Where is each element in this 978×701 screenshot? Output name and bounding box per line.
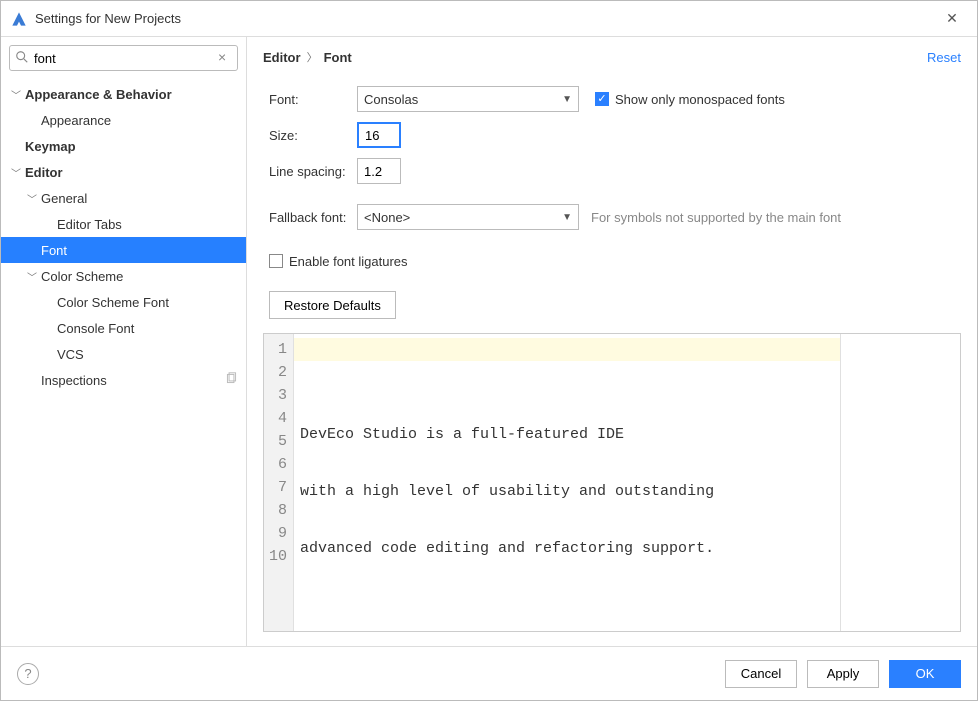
search-icon xyxy=(15,50,29,64)
fallback-label: Fallback font: xyxy=(269,210,357,225)
tree-label: Appearance xyxy=(41,113,111,128)
settings-tree: ﹀ Appearance & Behavior Appearance Keyma… xyxy=(1,79,246,646)
search-input[interactable] xyxy=(9,45,238,71)
font-combo-value: Consolas xyxy=(364,92,562,107)
checkbox-checked-icon: ✓ xyxy=(595,92,609,106)
tree-vcs[interactable]: VCS xyxy=(1,341,246,367)
crumb-root: Editor xyxy=(263,50,301,65)
preview-line: advanced code editing and refactoring su… xyxy=(300,537,834,560)
tree-general[interactable]: ﹀ General xyxy=(1,185,246,211)
dialog-body: × ﹀ Appearance & Behavior Appearance Key… xyxy=(1,37,977,646)
current-line-highlight xyxy=(294,338,840,361)
clear-search-icon[interactable]: × xyxy=(218,50,232,64)
tree-label: Keymap xyxy=(25,139,76,154)
help-button[interactable]: ? xyxy=(17,663,39,685)
tree-label: Color Scheme xyxy=(41,269,123,284)
fallback-combo[interactable]: <None> ▼ xyxy=(357,204,579,230)
ligatures-checkbox[interactable]: Enable font ligatures xyxy=(269,254,408,269)
window-title: Settings for New Projects xyxy=(35,11,937,26)
chevron-down-icon: ﹀ xyxy=(9,165,23,180)
mono-only-label: Show only monospaced fonts xyxy=(615,92,785,107)
apply-button[interactable]: Apply xyxy=(807,660,879,688)
tree-label: Console Font xyxy=(57,321,134,336)
chevron-down-icon: ﹀ xyxy=(25,191,39,206)
close-button[interactable]: ✕ xyxy=(937,10,967,27)
tree-color-scheme[interactable]: ﹀ Color Scheme xyxy=(1,263,246,289)
font-label: Font: xyxy=(269,92,357,107)
row-linespacing: Line spacing: xyxy=(269,153,961,189)
tree-label: Font xyxy=(41,243,67,258)
row-restore: Restore Defaults xyxy=(269,287,961,323)
linespacing-input[interactable] xyxy=(357,158,401,184)
reset-link[interactable]: Reset xyxy=(927,50,961,65)
ok-button[interactable]: OK xyxy=(889,660,961,688)
tree-label: General xyxy=(41,191,87,206)
tree-editor[interactable]: ﹀ Editor xyxy=(1,159,246,185)
settings-window: Settings for New Projects ✕ × ﹀ Appearan… xyxy=(0,0,978,701)
font-form: Font: Consolas ▼ ✓ Show only monospaced … xyxy=(263,81,961,323)
preview-gutter: 12345678910 xyxy=(264,334,294,631)
tree-label: Inspections xyxy=(41,373,107,388)
fallback-combo-value: <None> xyxy=(364,210,562,225)
cancel-button[interactable]: Cancel xyxy=(725,660,797,688)
linespacing-label: Line spacing: xyxy=(269,164,357,179)
tree-color-scheme-font[interactable]: Color Scheme Font xyxy=(1,289,246,315)
tree-keymap[interactable]: Keymap xyxy=(1,133,246,159)
preview-code[interactable]: DevEco Studio is a full-featured IDE wit… xyxy=(294,334,840,631)
tree-inspections[interactable]: Inspections xyxy=(1,367,246,393)
breadcrumb: Editor 〉 Font Reset xyxy=(263,49,961,65)
preview-line xyxy=(300,594,834,617)
content-panel: Editor 〉 Font Reset Font: Consolas ▼ ✓ S… xyxy=(247,37,977,646)
tree-appearance-behavior[interactable]: ﹀ Appearance & Behavior xyxy=(1,81,246,107)
dialog-footer: ? Cancel Apply OK xyxy=(1,646,977,700)
tree-font[interactable]: Font xyxy=(1,237,246,263)
tree-label: Editor xyxy=(25,165,63,180)
search-wrap: × xyxy=(1,37,246,79)
preview-right-margin xyxy=(840,334,960,631)
ligatures-label: Enable font ligatures xyxy=(289,254,408,269)
restore-defaults-button[interactable]: Restore Defaults xyxy=(269,291,396,319)
preview-line: DevEco Studio is a full-featured IDE xyxy=(300,423,834,446)
size-label: Size: xyxy=(269,128,357,143)
tree-label: Appearance & Behavior xyxy=(25,87,172,102)
tree-label: Editor Tabs xyxy=(57,217,122,232)
sidebar: × ﹀ Appearance & Behavior Appearance Key… xyxy=(1,37,247,646)
crumb-leaf: Font xyxy=(324,50,352,65)
titlebar: Settings for New Projects ✕ xyxy=(1,1,977,37)
mono-only-checkbox[interactable]: ✓ Show only monospaced fonts xyxy=(595,92,785,107)
row-font: Font: Consolas ▼ ✓ Show only monospaced … xyxy=(269,81,961,117)
search-box: × xyxy=(9,45,238,71)
tree-console-font[interactable]: Console Font xyxy=(1,315,246,341)
chevron-down-icon: ﹀ xyxy=(9,87,23,102)
preview-line: with a high level of usability and outst… xyxy=(300,480,834,503)
tree-editor-tabs[interactable]: Editor Tabs xyxy=(1,211,246,237)
chevron-down-icon: ▼ xyxy=(562,94,572,105)
font-combo[interactable]: Consolas ▼ xyxy=(357,86,579,112)
tree-label: Color Scheme Font xyxy=(57,295,169,310)
row-ligatures: Enable font ligatures xyxy=(269,243,961,279)
tree-label: VCS xyxy=(57,347,84,362)
copy-icon xyxy=(225,372,238,388)
tree-appearance[interactable]: Appearance xyxy=(1,107,246,133)
fallback-hint: For symbols not supported by the main fo… xyxy=(591,210,841,225)
size-input[interactable] xyxy=(357,122,401,148)
checkbox-unchecked-icon xyxy=(269,254,283,268)
font-preview: 12345678910 DevEco Studio is a full-feat… xyxy=(263,333,961,632)
chevron-right-icon: 〉 xyxy=(307,49,318,65)
app-logo-icon xyxy=(11,11,27,27)
chevron-down-icon: ﹀ xyxy=(25,269,39,284)
chevron-down-icon: ▼ xyxy=(562,212,572,223)
row-fallback: Fallback font: <None> ▼ For symbols not … xyxy=(269,199,961,235)
row-size: Size: xyxy=(269,117,961,153)
